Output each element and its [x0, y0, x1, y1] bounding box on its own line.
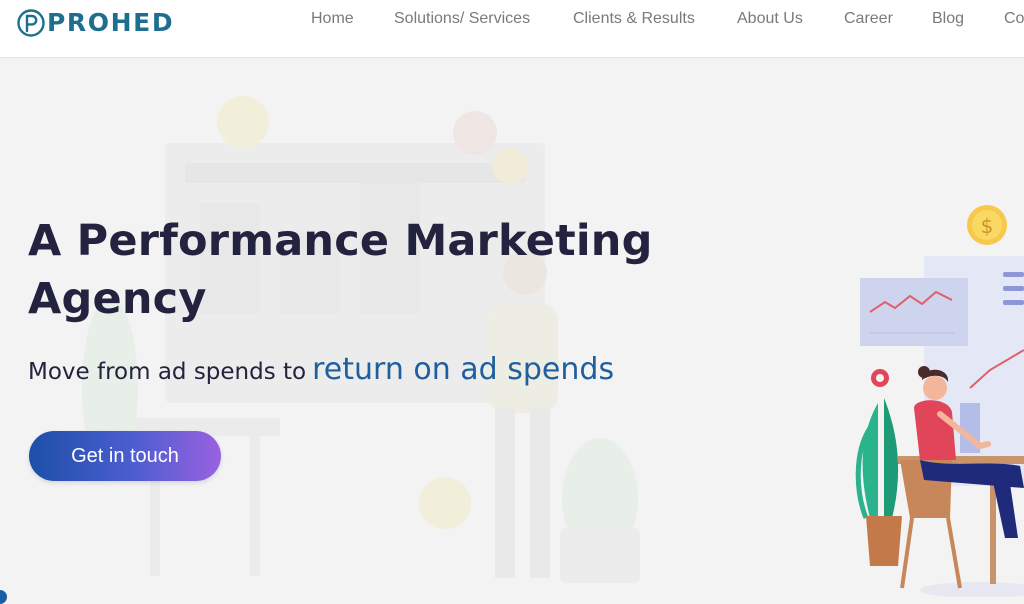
get-in-touch-button[interactable]: Get in touch	[29, 431, 221, 481]
plant-icon	[855, 398, 902, 566]
nav-about-us[interactable]: About Us	[737, 10, 803, 28]
nav-contact-us[interactable]: Contact Us	[1004, 10, 1024, 28]
dollar-coin-icon: $	[981, 214, 994, 238]
nav-career[interactable]: Career	[844, 10, 893, 28]
hero-title: A Performance Marketing Agency	[28, 212, 718, 328]
hero-subtitle: Move from ad spends to return on ad spend…	[28, 352, 614, 387]
nav-blog[interactable]: Blog	[932, 10, 964, 28]
flower-icon	[871, 369, 889, 387]
nav-clients-results[interactable]: Clients & Results	[573, 10, 695, 28]
nav-solutions-services[interactable]: Solutions/ Services	[394, 10, 530, 28]
main-nav: Home Solutions/ Services Clients & Resul…	[0, 10, 1024, 34]
hero-subtitle-lead: Move from ad spends to	[28, 359, 307, 385]
site-header: PROHED Home Solutions/ Services Clients …	[0, 0, 1024, 58]
hero-title-text: A Performance Marketing Agency	[28, 216, 653, 324]
hero-subtitle-accent: return on ad spends	[312, 352, 615, 387]
woman-at-desk-illustration: $	[855, 205, 1024, 597]
nav-home[interactable]: Home	[311, 10, 354, 28]
menu-bars-icon	[1003, 272, 1024, 277]
hero-section: A Performance Marketing Agency Move from…	[0, 58, 1024, 597]
